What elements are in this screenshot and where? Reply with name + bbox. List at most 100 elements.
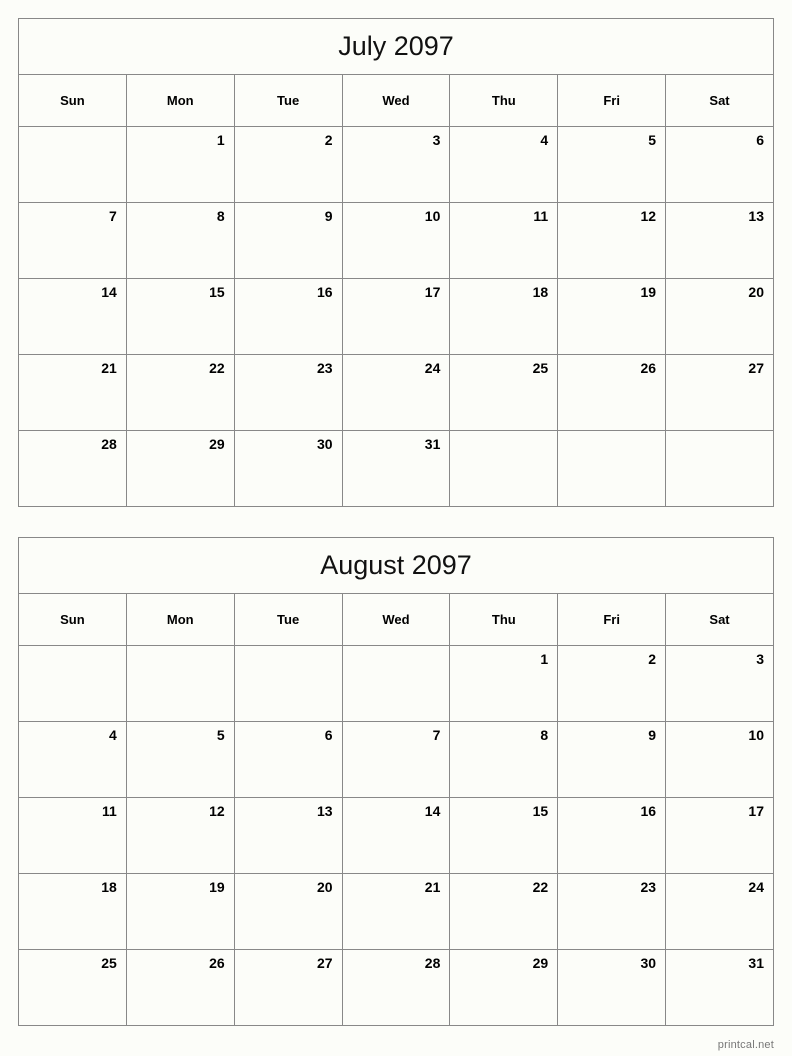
day-number: 13 [316,803,333,819]
day-cell[interactable]: 17 [665,797,774,874]
day-number: 20 [316,879,333,895]
day-cell[interactable]: 7 [341,721,451,798]
day-cell[interactable]: 28 [341,949,451,1026]
day-cell[interactable]: 25 [449,354,559,431]
day-cell[interactable]: 12 [557,202,667,279]
day-cell[interactable]: 23 [233,354,343,431]
day-cell[interactable]: 22 [125,354,235,431]
day-cell[interactable]: 15 [449,797,559,874]
day-cell[interactable]: 25 [18,949,127,1026]
day-cell[interactable]: 20 [665,278,774,355]
day-cell[interactable]: 27 [233,949,343,1026]
day-cell[interactable]: 29 [449,949,559,1026]
day-cell[interactable]: 8 [125,202,235,279]
day-number: 8 [216,208,225,224]
day-cell[interactable]: 9 [233,202,343,279]
day-cell-empty [18,645,127,722]
day-cell[interactable]: 30 [233,430,343,507]
day-cell-empty [18,126,127,203]
day-number: 18 [532,284,549,300]
day-cell[interactable]: 26 [125,949,235,1026]
day-number: 3 [756,651,764,667]
day-cell[interactable]: 23 [557,873,667,950]
day-cell[interactable]: 17 [341,278,451,355]
day-cell[interactable]: 27 [665,354,774,431]
day-number: 1 [216,132,225,148]
day-cell[interactable]: 2 [557,645,667,722]
day-number: 7 [432,727,441,743]
day-cell[interactable]: 2 [233,126,343,203]
day-cell[interactable]: 1 [125,126,235,203]
day-number: 31 [748,955,764,971]
day-number: 26 [640,360,657,376]
day-cell[interactable]: 13 [665,202,774,279]
day-cell[interactable]: 21 [18,354,127,431]
day-number: 1 [540,651,549,667]
day-cell[interactable]: 10 [341,202,451,279]
weekday-header-sat: Sat [665,74,774,127]
day-cell[interactable]: 12 [125,797,235,874]
day-cell[interactable]: 16 [557,797,667,874]
day-cell[interactable]: 19 [557,278,667,355]
week-row: 4 5 6 7 8 9 10 [18,721,774,798]
month-calendar: August 2097 Sun Mon Tue Wed Thu Fri Sat 1 2 3 4 5 6 7 8… [18,537,774,1026]
day-number: 15 [209,284,225,300]
day-cell[interactable]: 4 [449,126,559,203]
day-number: 17 [424,284,441,300]
day-cell[interactable]: 26 [557,354,667,431]
day-cell[interactable]: 29 [125,430,235,507]
day-cell[interactable]: 8 [449,721,559,798]
day-cell[interactable]: 9 [557,721,667,798]
day-number: 6 [756,132,764,148]
day-cell[interactable]: 24 [665,873,774,950]
day-cell[interactable]: 18 [449,278,559,355]
weekday-header-tue: Tue [233,593,343,646]
day-cell-empty [557,430,667,507]
day-number: 3 [432,132,441,148]
day-cell[interactable]: 21 [341,873,451,950]
day-number: 4 [540,132,549,148]
day-cell-empty [125,645,235,722]
day-cell[interactable]: 22 [449,873,559,950]
day-cell[interactable]: 6 [665,126,774,203]
day-number: 29 [209,436,225,452]
day-cell[interactable]: 4 [18,721,127,798]
day-cell[interactable]: 14 [18,278,127,355]
day-cell[interactable]: 6 [233,721,343,798]
day-cell[interactable]: 3 [341,126,451,203]
day-cell[interactable]: 11 [449,202,559,279]
day-number: 24 [424,360,441,376]
day-cell[interactable]: 28 [18,430,127,507]
day-cell[interactable]: 5 [557,126,667,203]
day-cell[interactable]: 19 [125,873,235,950]
weekday-header-sun: Sun [18,74,127,127]
day-cell-empty [233,645,343,722]
day-cell[interactable]: 5 [125,721,235,798]
day-cell[interactable]: 20 [233,873,343,950]
day-number: 13 [748,208,764,224]
day-cell[interactable]: 30 [557,949,667,1026]
week-row: 1 2 3 [18,645,774,722]
day-cell[interactable]: 31 [341,430,451,507]
day-number: 27 [316,955,333,971]
weekday-header-wed: Wed [341,74,451,127]
day-number: 20 [748,284,764,300]
day-number: 23 [640,879,657,895]
day-cell[interactable]: 3 [665,645,774,722]
day-cell[interactable]: 18 [18,873,127,950]
day-number: 19 [640,284,657,300]
calendar-title-row: August 2097 [18,537,774,594]
day-number: 4 [109,727,117,743]
day-cell[interactable]: 10 [665,721,774,798]
day-cell[interactable]: 7 [18,202,127,279]
day-cell[interactable]: 14 [341,797,451,874]
day-cell[interactable]: 1 [449,645,559,722]
day-cell[interactable]: 31 [665,949,774,1026]
day-cell[interactable]: 15 [125,278,235,355]
day-number: 21 [101,360,117,376]
day-number: 9 [324,208,333,224]
day-cell[interactable]: 13 [233,797,343,874]
day-cell[interactable]: 24 [341,354,451,431]
day-cell[interactable]: 16 [233,278,343,355]
day-cell[interactable]: 11 [18,797,127,874]
